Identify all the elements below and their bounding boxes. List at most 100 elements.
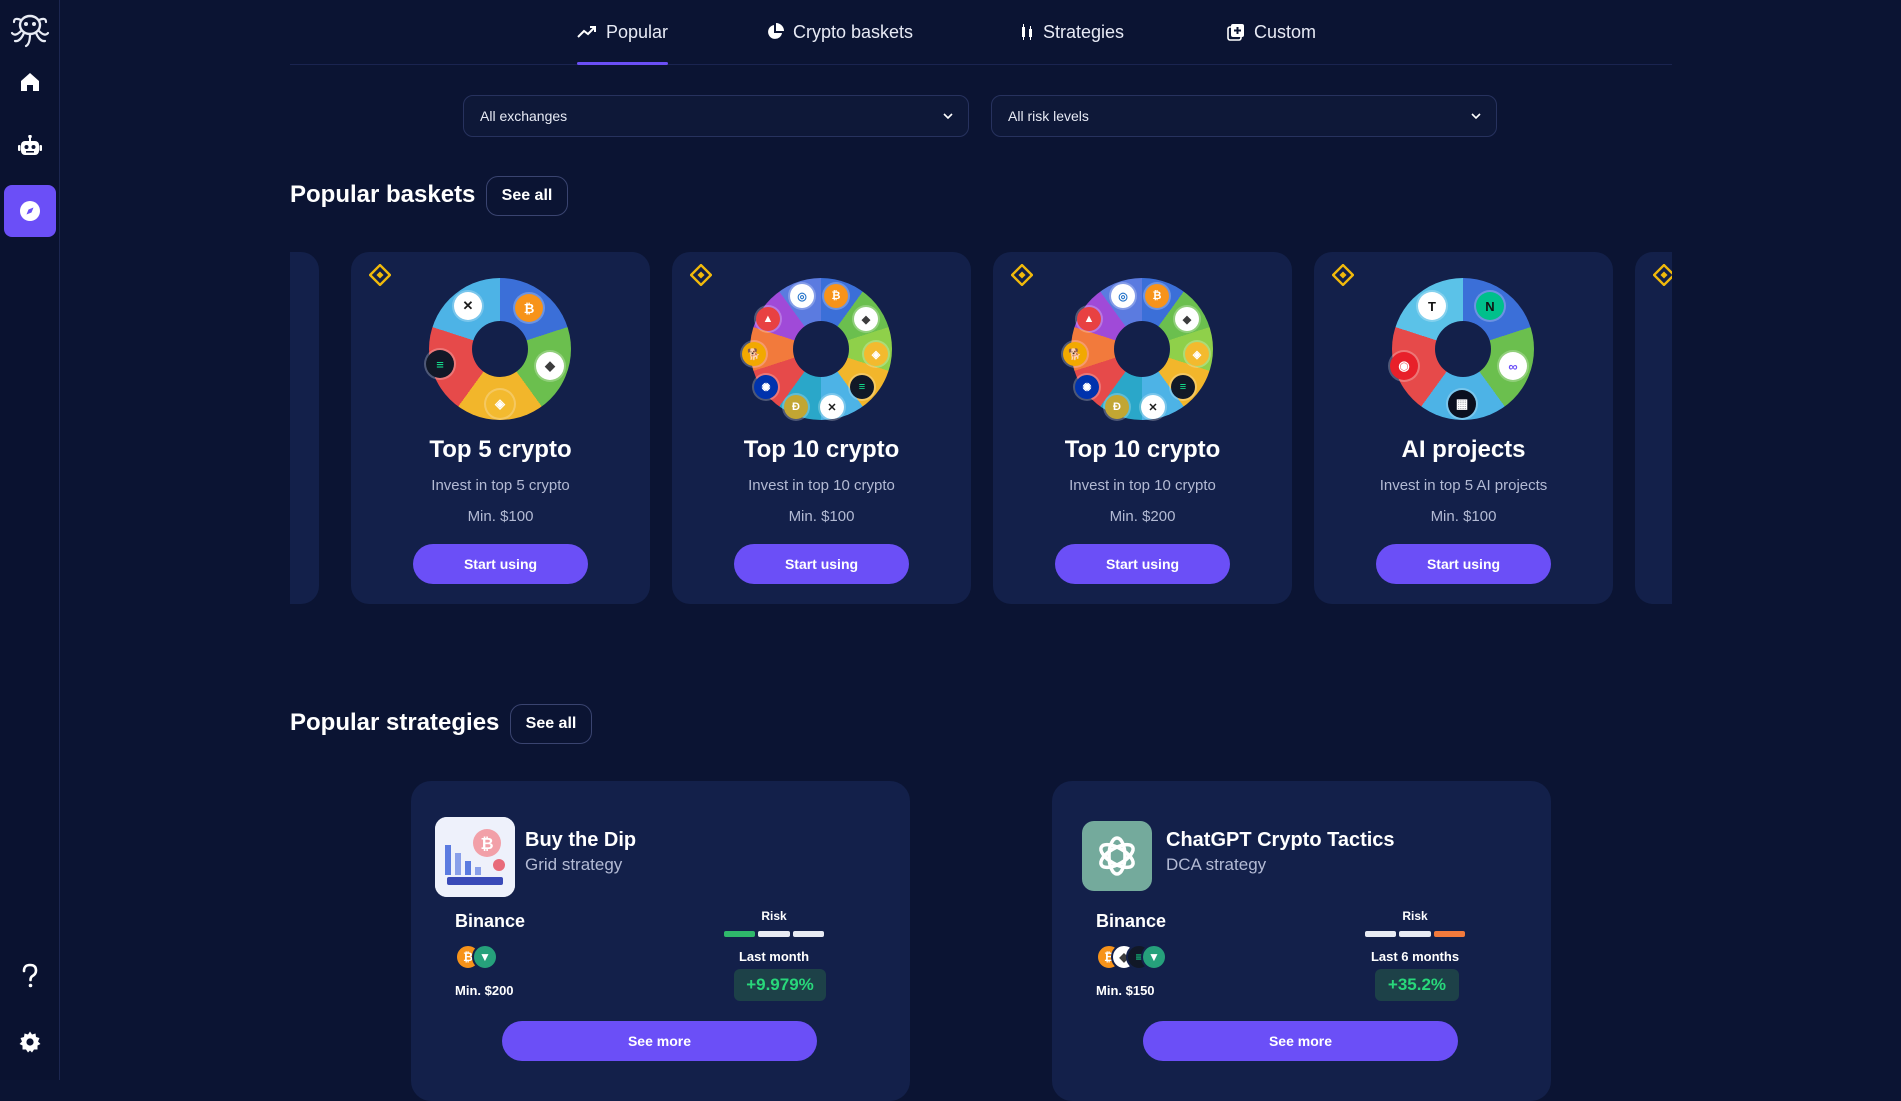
tab-custom[interactable]: Custom xyxy=(1227,0,1316,64)
svg-text:₿: ₿ xyxy=(480,834,493,853)
ethereum-icon: ◆ xyxy=(854,307,878,331)
popular-baskets-title: Popular baskets xyxy=(290,181,476,208)
exchange-select-value: All exchanges xyxy=(480,108,568,124)
chevron-down-icon xyxy=(943,113,953,120)
xrp-icon: ✕ xyxy=(1141,395,1165,419)
sidebar xyxy=(0,0,60,1080)
basket-min-investment: Min. $100 xyxy=(1430,508,1497,525)
bnb-coin-icon: ◈ xyxy=(1185,342,1209,366)
risk-bar xyxy=(724,931,824,937)
pie-chart-icon xyxy=(768,23,784,39)
risk-bar-segment xyxy=(758,931,790,937)
cardano-icon: ✺ xyxy=(1075,375,1099,399)
basket-name: Top 10 crypto xyxy=(743,436,900,463)
risk-label: Risk xyxy=(761,909,787,923)
ocean-icon: ◉ xyxy=(1390,352,1418,380)
gear-icon[interactable] xyxy=(4,1016,56,1068)
xrp-icon: ✕ xyxy=(454,292,482,320)
tab-custom-label: Custom xyxy=(1254,21,1317,42)
strategy-card[interactable]: ChatGPT Crypto Tactics DCA strategy Bina… xyxy=(1052,781,1551,1101)
tab-popular[interactable]: Popular xyxy=(577,0,669,65)
basket-card[interactable]: T N ∞ ▦ ◉ AI projects Invest in top 5 AI… xyxy=(1314,252,1613,604)
ethereum-icon: ◆ xyxy=(536,352,564,380)
start-using-button[interactable]: Start using xyxy=(734,544,909,584)
binance-icon xyxy=(369,264,391,286)
exchange-select[interactable]: All exchanges xyxy=(463,95,969,137)
basket-description: Invest in top 5 crypto xyxy=(431,477,570,494)
usdc-icon: ◎ xyxy=(1111,284,1135,308)
xrp-icon: ✕ xyxy=(820,395,844,419)
baskets-carousel[interactable]: ✕ ₿ ◆ ◈ ≡ Top 5 crypto Invest in top 5 c… xyxy=(290,252,1672,604)
baskets-see-all-button[interactable]: See all xyxy=(486,176,568,216)
cardano-icon: ✺ xyxy=(754,375,778,399)
active-tab-indicator xyxy=(577,62,669,65)
tether-icon: ▼ xyxy=(1141,944,1167,970)
risk-bar-segment xyxy=(1433,931,1465,937)
chatgpt-logo xyxy=(1082,821,1152,891)
compass-icon[interactable] xyxy=(4,185,56,237)
tether-icon: ▼ xyxy=(472,944,498,970)
chevron-down-icon xyxy=(1471,113,1481,120)
binance-icon xyxy=(690,264,712,286)
question-icon[interactable] xyxy=(4,950,56,1002)
home-icon[interactable] xyxy=(4,56,56,108)
performance-gain: +9.979% xyxy=(734,969,826,1001)
start-using-button[interactable]: Start using xyxy=(1376,544,1551,584)
risk-label: Risk xyxy=(1402,909,1428,923)
binance-icon xyxy=(1332,264,1354,286)
binance-icon xyxy=(1011,264,1033,286)
fetch-ai-icon: ∞ xyxy=(1499,352,1527,380)
strategy-type: Grid strategy xyxy=(525,855,623,874)
basket-card-partial[interactable] xyxy=(290,252,319,604)
strategy-type: DCA strategy xyxy=(1166,855,1267,874)
tab-crypto-baskets-label: Crypto baskets xyxy=(793,21,914,42)
see-more-button[interactable]: See more xyxy=(502,1021,817,1061)
tab-strategies[interactable]: Strategies xyxy=(1020,0,1124,64)
avalanche-icon: ▲ xyxy=(1077,307,1101,331)
strategy-exchange: Binance xyxy=(1096,911,1167,931)
performance-gain: +35.2% xyxy=(1375,969,1459,1001)
robot-icon[interactable] xyxy=(4,121,56,173)
basket-card[interactable]: ◎ ₿ ◆ ◈ ≡ ✕ Ð ✺ 🐕 ▲ Top 10 crypto Invest… xyxy=(993,252,1292,604)
risk-bar-segment xyxy=(724,931,756,937)
risk-bar-segment xyxy=(1365,931,1397,937)
render-icon: ▦ xyxy=(1448,390,1476,418)
basket-name: Top 10 crypto xyxy=(1064,436,1221,463)
solana-icon: ≡ xyxy=(426,350,454,378)
avalanche-icon: ▲ xyxy=(756,307,780,331)
basket-card-partial[interactable] xyxy=(1635,252,1672,604)
strategy-name: Buy the Dip xyxy=(525,829,637,851)
bitcoin-icon: ₿ xyxy=(824,284,848,308)
risk-bar-segment xyxy=(1399,931,1431,937)
risk-select[interactable]: All risk levels xyxy=(991,95,1497,137)
see-more-button[interactable]: See more xyxy=(1143,1021,1458,1061)
add-box-icon xyxy=(1227,24,1244,41)
performance-period: Last 6 months xyxy=(1370,949,1460,964)
performance-period: Last month xyxy=(738,949,810,964)
dogecoin-icon: Ð xyxy=(784,395,808,419)
octopus-logo-icon[interactable] xyxy=(4,4,56,56)
basket-name: Top 5 crypto xyxy=(429,436,572,463)
start-using-button[interactable]: Start using xyxy=(413,544,588,584)
tab-popular-label: Popular xyxy=(606,21,669,42)
popular-strategies-title: Popular strategies xyxy=(290,709,500,736)
binance-icon xyxy=(1653,264,1672,286)
basket-card[interactable]: ✕ ₿ ◆ ◈ ≡ Top 5 crypto Invest in top 5 c… xyxy=(351,252,650,604)
strategy-name: ChatGPT Crypto Tactics xyxy=(1166,829,1395,851)
strategy-card[interactable]: ₿ Buy the Dip Grid strategy Binance ₿ ▼ … xyxy=(411,781,910,1101)
buy-the-dip-logo: ₿ xyxy=(435,817,515,897)
basket-min-investment: Min. $100 xyxy=(467,508,534,525)
ethereum-icon: ◆ xyxy=(1175,307,1199,331)
tab-crypto-baskets[interactable]: Crypto baskets xyxy=(766,0,913,64)
usdc-icon: ◎ xyxy=(790,284,814,308)
solana-icon: ≡ xyxy=(1171,375,1195,399)
shiba-icon: 🐕 xyxy=(1063,342,1087,366)
shiba-icon: 🐕 xyxy=(742,342,766,366)
basket-card[interactable]: ◎ ₿ ◆ ◈ ≡ ✕ Ð ✺ 🐕 ▲ Top 10 crypto Invest… xyxy=(672,252,971,604)
risk-bar xyxy=(1365,931,1465,937)
start-using-button[interactable]: Start using xyxy=(1055,544,1230,584)
strategy-min-investment: Min. $200 xyxy=(455,983,514,998)
strategies-see-all-button[interactable]: See all xyxy=(510,704,592,744)
basket-description: Invest in top 10 crypto xyxy=(1069,477,1216,494)
trending-up-icon xyxy=(577,26,596,38)
